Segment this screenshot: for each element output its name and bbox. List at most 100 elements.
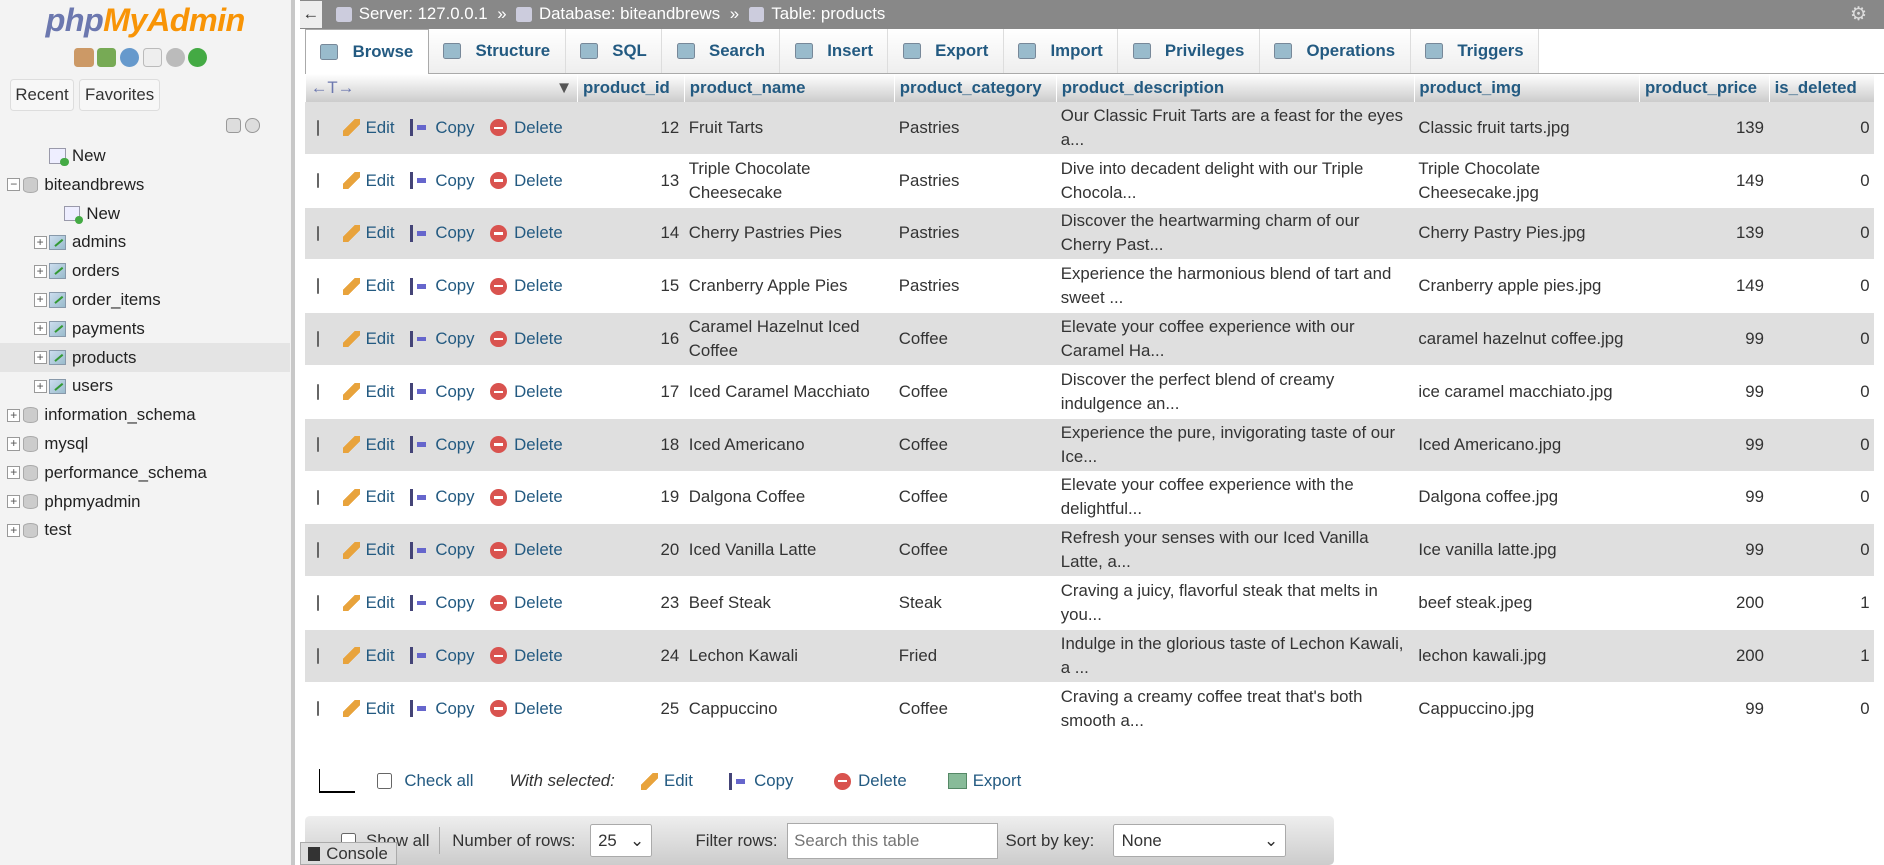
- copy-row-button[interactable]: Copy: [410, 487, 475, 507]
- tree-item-admins[interactable]: + admins: [0, 228, 290, 257]
- tab-browse[interactable]: Browse: [304, 28, 429, 75]
- tree-item-phpmyadmin[interactable]: + phpmyadmin: [0, 487, 290, 516]
- tree-item-performance-schema[interactable]: + performance_schema: [0, 458, 290, 487]
- dropdown-triangle-icon[interactable]: ▼: [556, 74, 573, 102]
- collapse-all-icon[interactable]: [225, 117, 242, 134]
- phpmyadmin-logo[interactable]: phpMyAdmin: [46, 2, 246, 39]
- edit-row-button[interactable]: Edit: [342, 118, 395, 138]
- copy-row-button[interactable]: Copy: [410, 276, 475, 296]
- expand-columns-icon[interactable]: ←T→: [311, 74, 355, 102]
- delete-row-button[interactable]: Delete: [490, 118, 563, 138]
- copy-row-button[interactable]: Copy: [410, 223, 475, 243]
- tree-item-order-items[interactable]: + order_items: [0, 286, 290, 315]
- row-checkbox[interactable]: [316, 700, 319, 717]
- column-toggle-header[interactable]: ←T→ ▼: [304, 74, 577, 102]
- copy-row-button[interactable]: Copy: [410, 118, 475, 138]
- tab-privileges[interactable]: Privileges: [1118, 28, 1260, 74]
- row-checkbox[interactable]: [316, 120, 319, 136]
- row-checkbox[interactable]: [316, 489, 319, 506]
- help-icon[interactable]: [119, 48, 140, 68]
- check-all-checkbox[interactable]: [376, 773, 393, 789]
- bulk-export-button[interactable]: Export: [947, 771, 1021, 791]
- copy-row-button[interactable]: Copy: [410, 699, 475, 719]
- delete-row-button[interactable]: Delete: [490, 646, 563, 666]
- edit-row-button[interactable]: Edit: [342, 540, 395, 560]
- expand-icon[interactable]: +: [33, 235, 47, 249]
- breadcrumb-table[interactable]: Table: products: [771, 4, 885, 24]
- edit-row-button[interactable]: Edit: [342, 329, 395, 349]
- tab-triggers[interactable]: Triggers: [1410, 28, 1539, 74]
- expand-icon[interactable]: +: [7, 494, 21, 509]
- edit-row-button[interactable]: Edit: [342, 223, 395, 243]
- row-checkbox[interactable]: [316, 595, 319, 611]
- delete-row-button[interactable]: Delete: [490, 699, 563, 719]
- expand-icon[interactable]: +: [33, 293, 47, 307]
- delete-row-button[interactable]: Delete: [490, 382, 563, 402]
- tab-structure[interactable]: Structure: [428, 28, 566, 74]
- tab-search[interactable]: Search: [662, 28, 781, 74]
- expand-icon[interactable]: +: [33, 322, 47, 336]
- tab-export[interactable]: Export: [888, 28, 1004, 74]
- row-checkbox[interactable]: [316, 331, 319, 347]
- tree-item-New[interactable]: New: [0, 199, 290, 228]
- gear-icon[interactable]: [165, 48, 185, 68]
- collapse-icon[interactable]: −: [7, 178, 21, 192]
- logout-icon[interactable]: [97, 48, 117, 68]
- breadcrumb-database[interactable]: Database: biteandbrews: [539, 4, 720, 24]
- delete-row-button[interactable]: Delete: [490, 540, 563, 560]
- column-header-product-id[interactable]: product_id: [577, 74, 684, 102]
- expand-icon[interactable]: +: [7, 408, 21, 422]
- tree-item-mysql[interactable]: + mysql: [0, 430, 290, 459]
- docs-icon[interactable]: [142, 48, 162, 68]
- tree-item-New[interactable]: New: [0, 142, 290, 171]
- bulk-delete-button[interactable]: Delete: [834, 771, 907, 791]
- column-header-product-img[interactable]: product_img: [1413, 74, 1640, 102]
- edit-row-button[interactable]: Edit: [342, 699, 395, 719]
- row-checkbox[interactable]: [316, 278, 319, 295]
- column-header-product-category[interactable]: product_category: [893, 74, 1056, 102]
- delete-row-button[interactable]: Delete: [490, 487, 563, 507]
- row-checkbox[interactable]: [316, 225, 319, 242]
- expand-icon[interactable]: +: [7, 437, 21, 451]
- delete-row-button[interactable]: Delete: [490, 276, 563, 296]
- row-checkbox[interactable]: [316, 172, 319, 189]
- bulk-edit-button[interactable]: Edit: [641, 771, 693, 791]
- settings-gear-icon[interactable]: ⚙: [1850, 2, 1867, 26]
- back-arrow-icon[interactable]: ←: [300, 1, 322, 28]
- copy-row-button[interactable]: Copy: [410, 540, 475, 560]
- expand-icon[interactable]: +: [7, 466, 21, 480]
- tab-sql[interactable]: SQL: [565, 28, 663, 74]
- tree-item-biteandbrews[interactable]: − biteandbrews: [0, 170, 290, 199]
- tree-item-users[interactable]: + users: [0, 372, 290, 401]
- column-header-is-deleted[interactable]: is_deleted: [1768, 74, 1875, 102]
- delete-row-button[interactable]: Delete: [490, 223, 563, 243]
- edit-row-button[interactable]: Edit: [342, 171, 395, 191]
- copy-row-button[interactable]: Copy: [410, 646, 475, 666]
- tree-item-test[interactable]: + test: [0, 516, 290, 545]
- column-header-product-name[interactable]: product_name: [683, 74, 894, 102]
- breadcrumb-server[interactable]: Server: 127.0.0.1: [359, 4, 488, 24]
- copy-row-button[interactable]: Copy: [410, 329, 475, 349]
- console-toggle[interactable]: Console: [300, 842, 398, 865]
- delete-row-button[interactable]: Delete: [490, 435, 563, 455]
- copy-row-button[interactable]: Copy: [410, 382, 475, 402]
- delete-row-button[interactable]: Delete: [490, 329, 563, 349]
- delete-row-button[interactable]: Delete: [490, 171, 563, 191]
- edit-row-button[interactable]: Edit: [342, 487, 395, 507]
- row-checkbox[interactable]: [316, 648, 319, 664]
- sort-by-key-select[interactable]: None ⌄: [1113, 823, 1287, 858]
- tree-item-information-schema[interactable]: + information_schema: [0, 401, 290, 430]
- column-header-product-description[interactable]: product_description: [1055, 74, 1414, 102]
- copy-row-button[interactable]: Copy: [410, 435, 475, 455]
- tree-item-payments[interactable]: + payments: [0, 314, 290, 343]
- column-header-product-price[interactable]: product_price: [1639, 74, 1769, 102]
- expand-icon[interactable]: +: [7, 523, 21, 537]
- tab-operations[interactable]: Operations: [1259, 28, 1411, 74]
- home-icon[interactable]: [74, 48, 94, 68]
- link-icon[interactable]: [244, 117, 261, 134]
- recent-button[interactable]: Recent: [9, 79, 75, 111]
- expand-icon[interactable]: +: [33, 350, 47, 365]
- reload-icon[interactable]: [188, 48, 208, 68]
- expand-icon[interactable]: +: [33, 264, 47, 278]
- edit-row-button[interactable]: Edit: [342, 593, 395, 613]
